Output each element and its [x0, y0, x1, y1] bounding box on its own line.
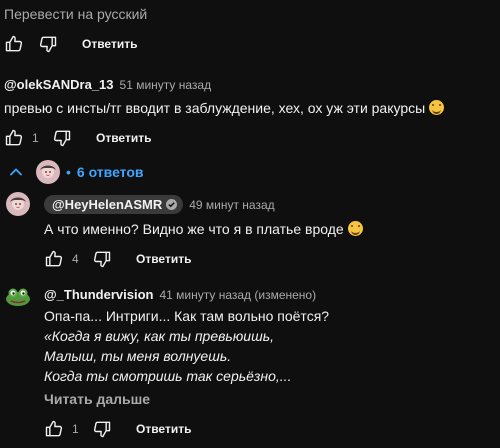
comment-text: превью с инсты/тг вводит в заблуждение, … [4, 98, 445, 118]
reply-text-content: А что именно? Видно же что я в платье вр… [44, 221, 344, 237]
thumbs-up-icon[interactable] [2, 32, 26, 56]
reply-time[interactable]: 41 минуту назад (изменено) [159, 288, 316, 302]
comment-actions-top: Ответить [2, 32, 137, 56]
dot-separator: • [66, 164, 71, 180]
reply-author[interactable]: @_Thundervision [44, 287, 153, 302]
read-more-button[interactable]: Читать дальше [44, 391, 150, 407]
thumbs-down-icon[interactable] [50, 126, 74, 150]
comment-header: @olekSANDra_13 51 минуту назад [4, 77, 211, 92]
creator-badge[interactable]: @HeyHelenASMR [44, 195, 184, 214]
grinning-emoji-icon [347, 221, 363, 236]
thumbs-up-icon[interactable] [2, 126, 26, 150]
translate-link[interactable]: Перевести на русский [4, 6, 147, 22]
reply-line: «Когда я вижу, как ты превьюишь, [44, 328, 274, 344]
reply-line: Малыш, ты меня волнуешь. [44, 348, 232, 364]
reply-author[interactable]: @HeyHelenASMR [52, 197, 162, 212]
thumbs-up-icon[interactable] [42, 417, 66, 441]
thumbs-down-icon[interactable] [90, 247, 114, 271]
avatar[interactable] [6, 192, 30, 216]
reply-text: А что именно? Видно же что я в платье вр… [44, 219, 363, 239]
replies-count[interactable]: 6 ответов [77, 164, 144, 180]
reply-button[interactable]: Ответить [136, 422, 191, 436]
reply-button[interactable]: Ответить [136, 252, 191, 266]
avatar [36, 160, 60, 184]
comment-time[interactable]: 51 минуту назад [120, 78, 212, 92]
frog-avatar[interactable] [4, 284, 32, 308]
thumbs-down-icon[interactable] [90, 417, 114, 441]
like-count: 1 [32, 131, 39, 145]
like-count: 1 [72, 422, 79, 436]
reply-actions: 1 Ответить [42, 417, 191, 441]
reply-actions: 4 Ответить [42, 247, 191, 271]
reply-time[interactable]: 49 минут назад [189, 198, 274, 212]
comment-text-content: превью с инсты/тг вводит в заблуждение, … [4, 100, 426, 116]
reply-button[interactable]: Ответить [82, 37, 137, 51]
comment-actions: 1 Ответить [2, 126, 151, 150]
reply-line: Опа-па... Интриги... Как там вольно поёт… [44, 308, 330, 324]
reply-text: Опа-па... Интриги... Как там вольно поёт… [44, 306, 329, 386]
reply-header: @_Thundervision 41 минуту назад (изменен… [44, 287, 316, 302]
thumbs-up-icon[interactable] [42, 247, 66, 271]
reply-header: @HeyHelenASMR 49 минут назад [44, 195, 275, 214]
reply-line: Когда ты смотришь так серьёзно,... [44, 368, 292, 384]
like-count: 4 [72, 252, 79, 266]
replies-toggle[interactable]: • 6 ответов [4, 160, 144, 184]
check-icon [166, 199, 178, 210]
grinning-emoji-icon [429, 100, 445, 115]
chevron-up-icon[interactable] [4, 160, 28, 184]
thumbs-down-icon[interactable] [36, 32, 60, 56]
comment-author[interactable]: @olekSANDra_13 [4, 77, 114, 92]
reply-button[interactable]: Ответить [96, 131, 151, 145]
